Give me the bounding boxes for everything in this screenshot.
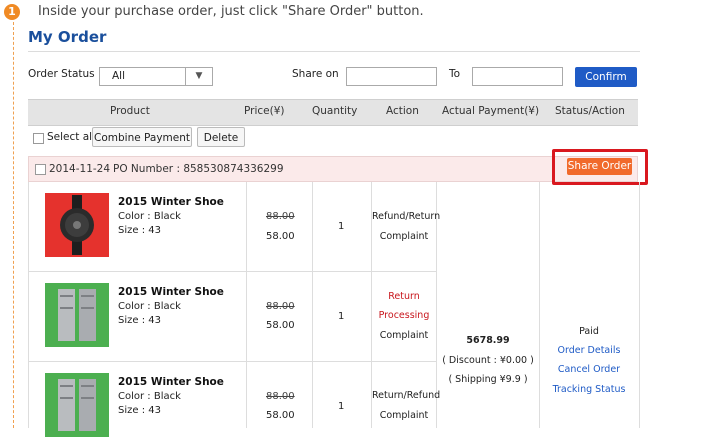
complaint-link[interactable]: Complaint	[372, 330, 436, 341]
product-image-rack[interactable]	[45, 373, 109, 437]
to-label: To	[449, 68, 461, 80]
delete-button[interactable]: Delete	[197, 127, 245, 147]
quantity: 1	[338, 221, 345, 232]
quantity: 1	[338, 311, 345, 322]
share-on-label: Share on	[292, 68, 339, 80]
sale-price: 58.00	[266, 410, 295, 421]
highlight-box	[552, 149, 648, 185]
product-color: Color : Black	[118, 391, 181, 402]
share-on-date-input[interactable]	[346, 67, 437, 86]
order-header-row: 2014-11-24 PO Number : 858530874336299	[28, 156, 638, 182]
row-divider	[28, 271, 436, 272]
product-image-rack[interactable]	[45, 283, 109, 347]
return-status: Return	[388, 291, 420, 302]
to-date-input[interactable]	[472, 67, 563, 86]
column-header-quantity: Quantity	[312, 105, 358, 117]
quantity: 1	[338, 401, 345, 412]
product-size: Size : 43	[118, 225, 161, 236]
chevron-down-icon[interactable]: ▼	[185, 68, 212, 85]
row-divider	[28, 361, 436, 362]
product-color: Color : Black	[118, 301, 181, 312]
step-guide-line	[13, 22, 14, 428]
title-divider	[28, 51, 640, 52]
refund-return-link[interactable]: Refund/Return	[372, 211, 440, 222]
complaint-link[interactable]: Complaint	[372, 410, 436, 421]
product-name[interactable]: 2015 Winter Shoe	[118, 196, 224, 208]
order-status-value: All	[112, 70, 126, 82]
actual-payment-total: 5678.99	[466, 335, 510, 346]
column-divider	[312, 182, 313, 428]
original-price: 88.00	[266, 301, 295, 312]
order-details-link[interactable]: Order Details	[540, 345, 638, 356]
processing-status: Processing	[378, 310, 430, 321]
select-all-checkbox[interactable]	[33, 133, 44, 144]
confirm-button[interactable]: Confirm	[575, 67, 637, 87]
order-date: 2014-11-24	[49, 163, 111, 175]
product-image-smartwatch[interactable]	[45, 193, 109, 257]
po-number: PO Number : 858530874336299	[113, 163, 284, 175]
column-header-price: Price(¥)	[244, 105, 285, 117]
column-divider	[246, 182, 247, 428]
sale-price: 58.00	[266, 320, 295, 331]
order-status-select[interactable]: All ▼	[99, 67, 213, 86]
discount-amount: ( Discount : ¥0.00 )	[442, 355, 534, 366]
product-size: Size : 43	[118, 405, 161, 416]
column-header-status-action: Status/Action	[555, 105, 625, 117]
order-status: Paid	[579, 326, 599, 337]
step-number-badge: 1	[4, 4, 20, 20]
order-status-label: Order Status	[28, 68, 95, 80]
column-header-actual-payment: Actual Payment(¥)	[442, 105, 540, 117]
step-instruction: Inside your purchase order, just click "…	[38, 4, 424, 19]
original-price: 88.00	[266, 391, 295, 402]
page-title: My Order	[28, 28, 107, 46]
product-color: Color : Black	[118, 211, 181, 222]
table-header: Product Price(¥) Quantity Action Actual …	[28, 99, 638, 126]
order-checkbox[interactable]	[35, 164, 46, 175]
sale-price: 58.00	[266, 231, 295, 242]
product-name[interactable]: 2015 Winter Shoe	[118, 376, 224, 388]
product-size: Size : 43	[118, 315, 161, 326]
shipping-amount: ( Shipping ¥9.9 )	[448, 374, 528, 385]
column-header-product: Product	[110, 105, 150, 117]
original-price: 88.00	[266, 211, 295, 222]
combine-payment-button[interactable]: Combine Payment	[92, 127, 192, 147]
cancel-order-link[interactable]: Cancel Order	[540, 364, 638, 375]
tracking-status-link[interactable]: Tracking Status	[540, 384, 638, 395]
select-all-label: Select all	[47, 131, 95, 143]
column-header-action: Action	[386, 105, 419, 117]
return-refund-link[interactable]: Return/Refund	[372, 390, 440, 401]
product-name[interactable]: 2015 Winter Shoe	[118, 286, 224, 298]
complaint-link[interactable]: Complaint	[372, 231, 436, 242]
